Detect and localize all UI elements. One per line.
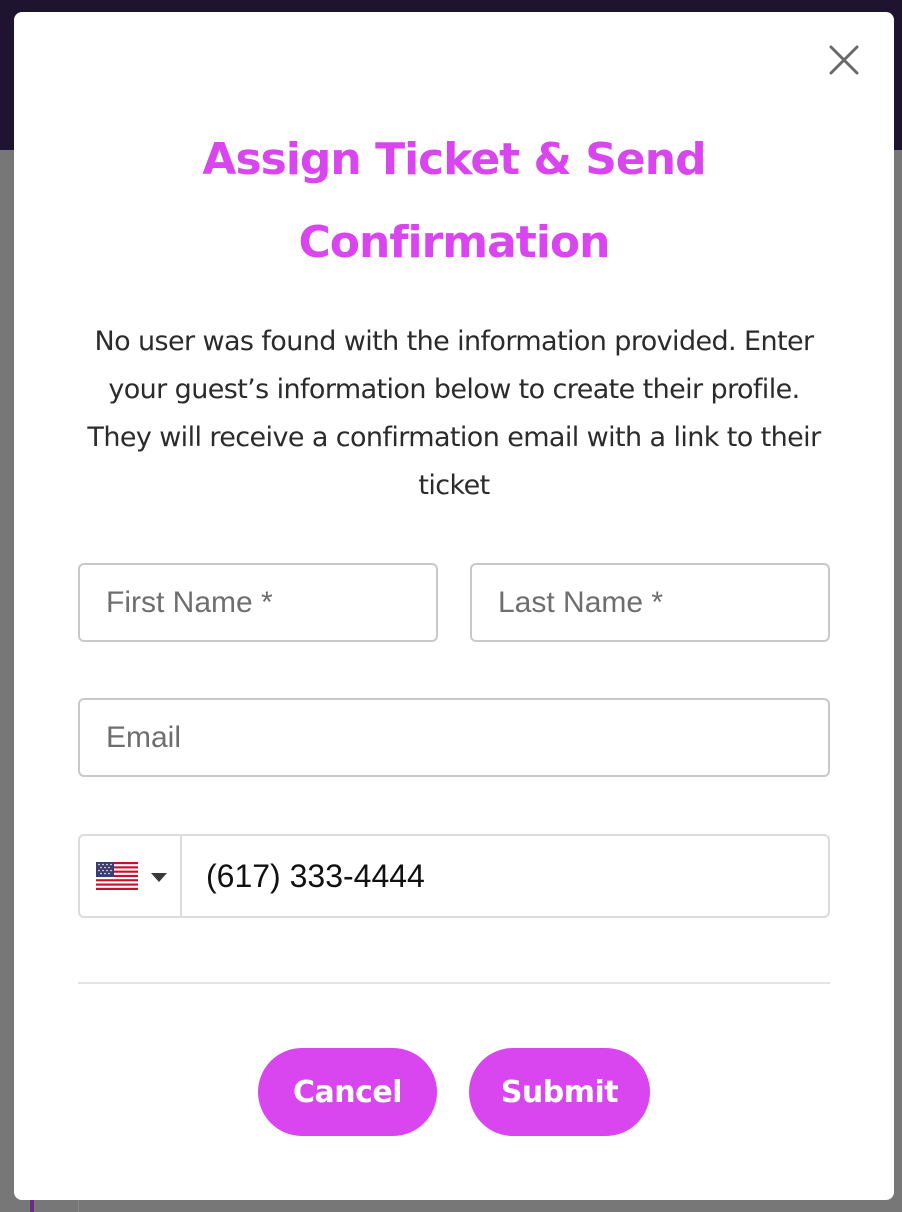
modal-description: No user was found with the information p… (87, 326, 821, 501)
us-flag-icon (96, 862, 138, 890)
close-icon (829, 45, 859, 75)
last-name-input[interactable] (470, 563, 830, 642)
close-button[interactable] (828, 44, 860, 76)
modal-title: Assign Ticket & Send Confirmation (202, 134, 706, 268)
form-divider (78, 982, 830, 984)
first-name-input[interactable] (78, 563, 438, 642)
email-input[interactable] (78, 698, 830, 777)
phone-field (78, 834, 830, 918)
submit-button[interactable]: Submit (469, 1048, 650, 1136)
chevron-down-icon (151, 873, 167, 882)
country-code-dropdown[interactable] (80, 836, 182, 916)
cancel-button[interactable]: Cancel (258, 1048, 437, 1136)
assign-ticket-modal: Assign Ticket & Send Confirmation No use… (14, 12, 894, 1200)
background-divider (78, 1200, 79, 1212)
phone-input[interactable] (184, 836, 824, 916)
